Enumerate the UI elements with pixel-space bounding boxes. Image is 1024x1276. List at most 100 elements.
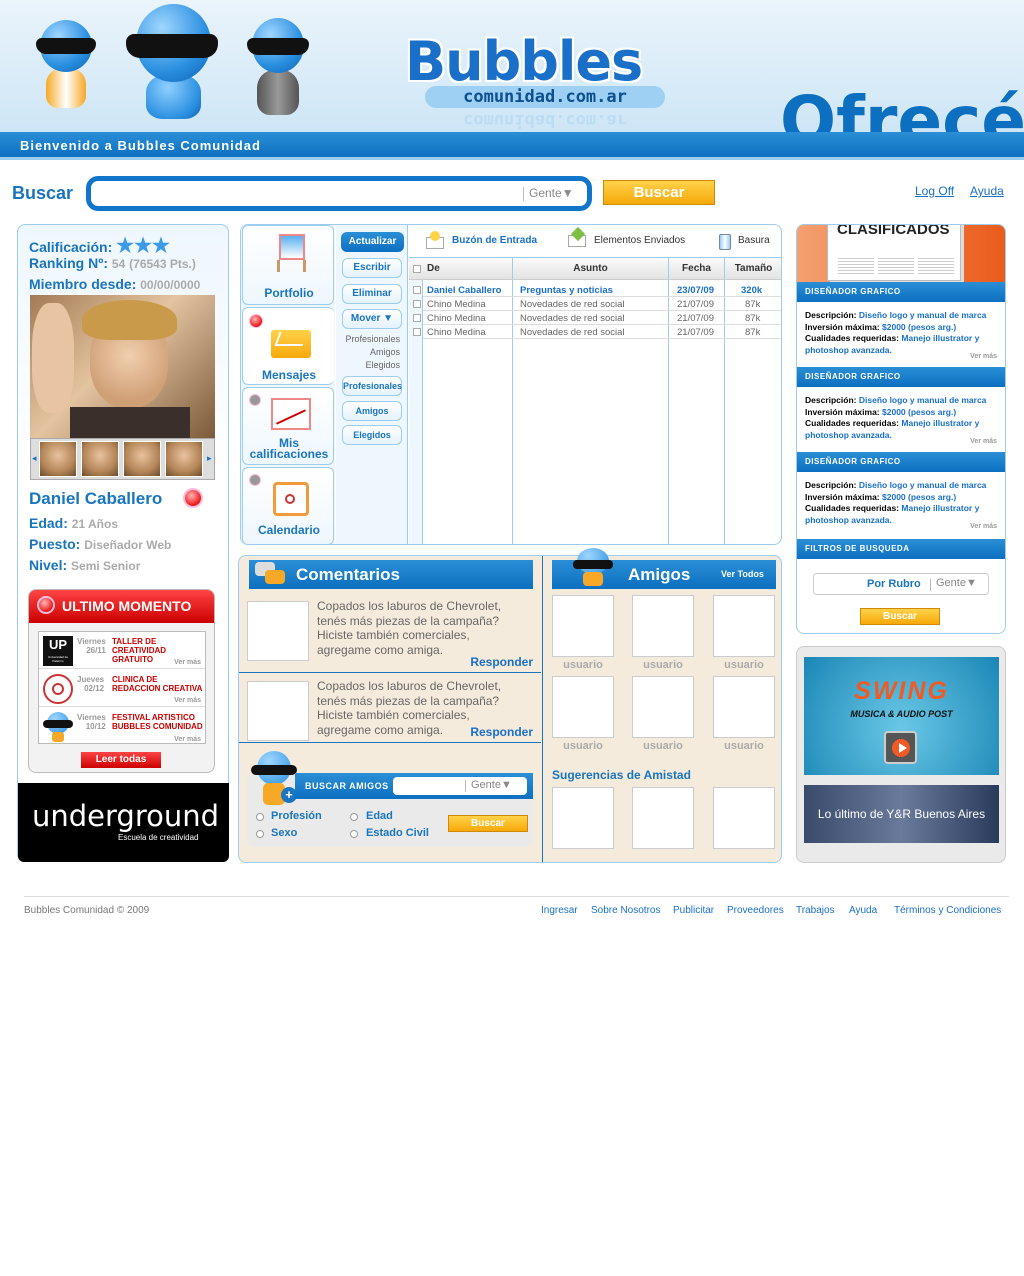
friend-avatar[interactable] <box>713 676 775 738</box>
message-row[interactable]: Daniel Caballero Preguntas y noticias 23… <box>413 284 781 297</box>
news-more-link[interactable]: Ver más <box>174 736 201 743</box>
chevron-right-icon[interactable]: ▸ <box>207 453 212 464</box>
photo-thumbnail[interactable] <box>165 441 203 477</box>
radio-sexo[interactable] <box>256 830 264 838</box>
help-link[interactable]: Ayuda <box>970 184 1004 198</box>
select-all-checkbox[interactable] <box>413 265 421 273</box>
classified-heading[interactable]: DISEÑADOR GRAFICO <box>797 452 1005 472</box>
swing-ad[interactable]: SWING MUSICA & AUDIO POST <box>804 657 999 775</box>
yr-ad[interactable]: Lo último de Y&R Buenos Aires <box>804 785 999 843</box>
profile-photo[interactable] <box>30 295 215 438</box>
find-friends-button[interactable]: Buscar <box>448 815 528 832</box>
footer-link-terminos[interactable]: Términos y Condiciones <box>894 905 1001 916</box>
news-item[interactable]: Viernes 10/12 FESTIVAL ARTISTICO BUBBLES … <box>39 708 205 745</box>
friend-avatar[interactable] <box>552 595 614 657</box>
friend-name[interactable]: usuario <box>713 659 775 671</box>
message-row[interactable]: Chino Medina Novedades de red social 21/… <box>413 326 781 339</box>
reply-link[interactable]: Responder <box>470 655 533 669</box>
photo-thumbnail[interactable] <box>39 441 77 477</box>
move-option-profesionales[interactable]: Profesionales <box>336 334 400 344</box>
filter-profesionales-button[interactable]: Profesionales <box>342 376 402 396</box>
folder-inbox[interactable]: Buzón de Entrada <box>452 235 537 246</box>
radio-edad[interactable] <box>350 813 358 821</box>
radio-profesion[interactable] <box>256 813 264 821</box>
search-category-select[interactable]: Gente▼ <box>529 186 574 200</box>
friend-name[interactable]: usuario <box>552 659 614 671</box>
category-filter-input[interactable]: Por Rubro Gente▼ <box>813 573 989 595</box>
news-more-link[interactable]: Ver más <box>174 659 201 666</box>
classifieds-search-button[interactable]: Buscar <box>860 608 940 625</box>
folder-trash[interactable]: Basura <box>738 235 770 246</box>
search-button[interactable]: Buscar <box>603 180 715 205</box>
refresh-button[interactable]: Actualizar <box>341 232 404 252</box>
category-filter-select[interactable]: Gente▼ <box>936 577 977 589</box>
friend-name[interactable]: usuario <box>713 740 775 752</box>
footer-link-proveedores[interactable]: Proveedores <box>727 905 784 916</box>
folder-sent[interactable]: Elementos Enviados <box>594 235 685 246</box>
footer-link-ingresar[interactable]: Ingresar <box>541 905 578 916</box>
see-all-friends-link[interactable]: Ver Todos <box>721 560 764 589</box>
suggested-friend-avatar[interactable] <box>713 787 775 849</box>
photo-thumbnail[interactable] <box>81 441 119 477</box>
move-option-amigos[interactable]: Amigos <box>336 347 400 357</box>
play-icon[interactable] <box>884 731 917 764</box>
friend-avatar[interactable] <box>552 676 614 738</box>
message-row[interactable]: Chino Medina Novedades de red social 21/… <box>413 312 781 325</box>
write-button[interactable]: Escribir <box>342 258 402 278</box>
friend-avatar[interactable] <box>632 595 694 657</box>
tab-calendar[interactable]: Calendario <box>242 467 334 544</box>
news-item[interactable]: UP Universidad de Palermo Viernes 26/11 T… <box>39 632 205 669</box>
footer-link-trabajos[interactable]: Trabajos <box>796 905 835 916</box>
filter-elegidos-button[interactable]: Elegidos <box>342 425 402 445</box>
footer-link-ayuda[interactable]: Ayuda <box>849 905 877 916</box>
reply-link[interactable]: Responder <box>470 725 533 739</box>
news-title[interactable]: FESTIVAL ARTISTICO BUBBLES COMUNIDAD <box>112 713 204 731</box>
find-friends-category-select[interactable]: Gente▼ <box>471 779 512 791</box>
column-header-subject[interactable]: Asunto <box>513 258 669 280</box>
notification-icon[interactable] <box>183 488 203 508</box>
radio-estado-civil[interactable] <box>350 830 358 838</box>
news-more-link[interactable]: Ver más <box>174 697 201 704</box>
message-row[interactable]: Chino Medina Novedades de red social 21/… <box>413 298 781 311</box>
footer-link-sobre-nosotros[interactable]: Sobre Nosotros <box>591 905 660 916</box>
footer-link-publicitar[interactable]: Publicitar <box>673 905 714 916</box>
message-checkbox[interactable] <box>413 328 421 336</box>
friend-name[interactable]: usuario <box>552 740 614 752</box>
tab-portfolio[interactable]: Portfolio <box>242 225 334 305</box>
search-input[interactable] <box>97 185 517 203</box>
read-all-button[interactable]: Leer todas <box>81 752 161 768</box>
move-option-elegidos[interactable]: Elegidos <box>336 360 400 370</box>
tab-messages[interactable]: Mensajes <box>242 307 334 385</box>
message-checkbox[interactable] <box>413 314 421 322</box>
column-header-date[interactable]: Fecha <box>669 258 725 280</box>
comment-avatar[interactable] <box>247 681 309 741</box>
filter-amigos-button[interactable]: Amigos <box>342 401 402 421</box>
comment-avatar[interactable] <box>247 601 309 661</box>
friend-avatar[interactable] <box>713 595 775 657</box>
logo[interactable]: Bubbles <box>405 30 643 93</box>
move-dropdown[interactable]: Mover ▼ <box>342 309 402 329</box>
delete-button[interactable]: Eliminar <box>342 284 402 304</box>
classified-heading[interactable]: DISEÑADOR GRAFICO <box>797 282 1005 302</box>
news-item[interactable]: Jueves 02/12 CLINICA DE REDACCION CREATIV… <box>39 670 205 707</box>
classified-more-link[interactable]: Ver más <box>970 438 997 445</box>
find-friends-input[interactable]: Gente▼ <box>393 777 527 795</box>
friend-avatar[interactable] <box>632 676 694 738</box>
column-header-size[interactable]: Tamaño <box>725 258 781 280</box>
message-checkbox[interactable] <box>413 286 421 294</box>
classified-more-link[interactable]: Ver más <box>970 523 997 530</box>
news-title[interactable]: CLINICA DE REDACCION CREATIVA <box>112 675 204 693</box>
column-header-from[interactable]: De <box>409 258 513 280</box>
logoff-link[interactable]: Log Off <box>915 184 954 198</box>
suggested-friend-avatar[interactable] <box>552 787 614 849</box>
suggested-friend-avatar[interactable] <box>632 787 694 849</box>
classified-more-link[interactable]: Ver más <box>970 353 997 360</box>
photo-thumbnail[interactable] <box>123 441 161 477</box>
friend-name[interactable]: usuario <box>632 659 694 671</box>
tab-ratings[interactable]: Mis calificaciones <box>242 387 334 465</box>
underground-ad[interactable]: underground Escuela de creatividad <box>18 783 229 862</box>
chevron-left-icon[interactable]: ◂ <box>32 453 37 464</box>
message-checkbox[interactable] <box>413 300 421 308</box>
classified-heading[interactable]: DISEÑADOR GRAFICO <box>797 367 1005 387</box>
friend-name[interactable]: usuario <box>632 740 694 752</box>
